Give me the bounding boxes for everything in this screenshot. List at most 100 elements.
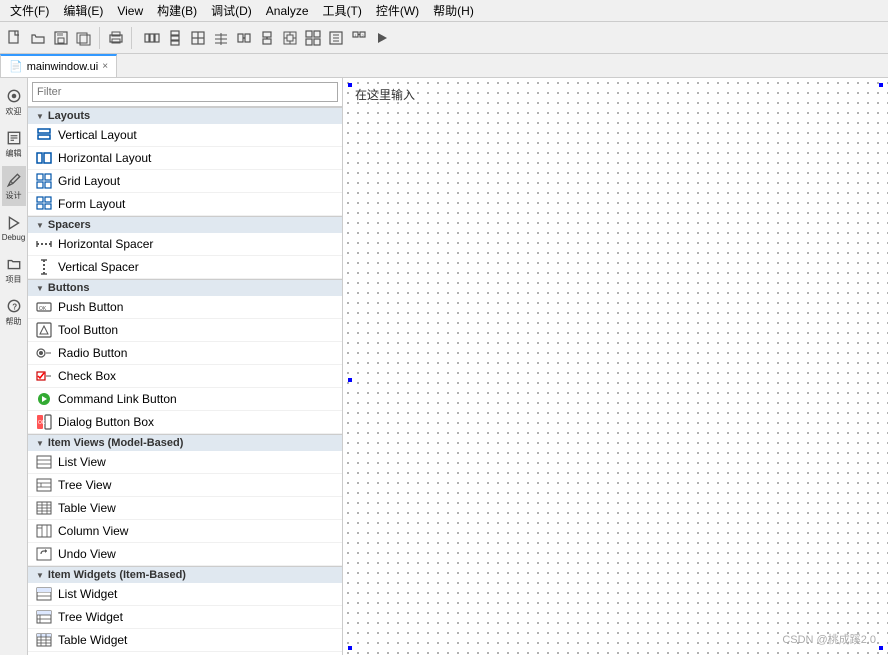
selection-handle-ml[interactable]: [348, 378, 352, 382]
sidebar-welcome[interactable]: 欢迎: [2, 82, 26, 122]
widget-check-box[interactable]: Check Box: [28, 365, 342, 388]
tree-widget-label: Tree Widget: [58, 610, 123, 624]
widget-command-link-button[interactable]: Command Link Button: [28, 388, 342, 411]
list-view-label: List View: [58, 455, 106, 469]
table-view-icon: [36, 500, 52, 516]
toolbar-layout-splitter-h-btn[interactable]: [233, 27, 255, 49]
widget-push-button[interactable]: OK Push Button: [28, 296, 342, 319]
widget-list-view[interactable]: List View: [28, 451, 342, 474]
category-item-views-label: Item Views (Model-Based): [48, 437, 184, 449]
widget-undo-view[interactable]: Undo View: [28, 543, 342, 566]
category-item-views[interactable]: ▼ Item Views (Model-Based): [28, 434, 342, 451]
widget-table-view[interactable]: Table View: [28, 497, 342, 520]
toolbar-save-btn[interactable]: [50, 27, 72, 49]
list-widget-label: List Widget: [58, 587, 117, 601]
menu-help[interactable]: 帮助(H): [427, 0, 480, 21]
check-box-label: Check Box: [58, 369, 116, 383]
widget-list-widget[interactable]: List Widget: [28, 583, 342, 606]
menu-analyze[interactable]: Analyze: [260, 2, 315, 20]
toolbar-break-layout-btn[interactable]: [302, 27, 324, 49]
category-item-widgets-label: Item Widgets (Item-Based): [48, 569, 186, 581]
table-view-label: Table View: [58, 501, 116, 515]
widget-radio-button[interactable]: Radio Button: [28, 342, 342, 365]
category-spacers[interactable]: ▼ Spacers: [28, 216, 342, 233]
toolbar-file-section: [4, 27, 100, 49]
watermark: CSDN @桃成蹊2.0: [782, 631, 876, 647]
toolbar-adjust-size-btn[interactable]: [325, 27, 347, 49]
radio-button-label: Radio Button: [58, 346, 127, 360]
selection-handle-bl[interactable]: [348, 646, 352, 650]
sidebar-help[interactable]: ? 帮助: [2, 292, 26, 332]
tab-close-btn[interactable]: ×: [102, 61, 108, 72]
undo-view-icon: [36, 546, 52, 562]
widget-tree-view[interactable]: Tree View: [28, 474, 342, 497]
toolbar-taborder-btn[interactable]: 1 2: [348, 27, 370, 49]
widget-column-view[interactable]: Column View: [28, 520, 342, 543]
menu-file[interactable]: 文件(F): [4, 0, 55, 21]
category-item-widgets[interactable]: ▼ Item Widgets (Item-Based): [28, 566, 342, 583]
selection-handle-br[interactable]: [879, 646, 883, 650]
menu-build[interactable]: 构建(B): [151, 0, 203, 21]
push-button-label: Push Button: [58, 300, 123, 314]
menu-view[interactable]: View: [111, 2, 149, 20]
menu-tools[interactable]: 工具(T): [317, 0, 368, 21]
vertical-spacer-icon: [36, 259, 52, 275]
horizontal-layout-icon: [36, 150, 52, 166]
toolbar: 1 2: [0, 22, 888, 54]
widget-horizontal-layout[interactable]: Horizontal Layout: [28, 147, 342, 170]
toolbar-open-btn[interactable]: [27, 27, 49, 49]
selection-handle-tr[interactable]: [879, 83, 883, 87]
widget-tree-widget[interactable]: Tree Widget: [28, 606, 342, 629]
sidebar-project[interactable]: 项目: [2, 250, 26, 290]
table-widget-icon: [36, 632, 52, 648]
widget-horizontal-spacer[interactable]: Horizontal Spacer: [28, 233, 342, 256]
category-buttons[interactable]: ▼ Buttons: [28, 279, 342, 296]
widget-vertical-spacer[interactable]: Vertical Spacer: [28, 256, 342, 279]
dialog-button-box-label: Dialog Button Box: [58, 415, 154, 429]
form-layout-label: Form Layout: [58, 197, 125, 211]
filter-input[interactable]: [32, 82, 338, 102]
design-canvas[interactable]: 在这里输入: [343, 78, 888, 655]
toolbar-layout-splitter-v-btn[interactable]: [256, 27, 278, 49]
tab-mainwindow[interactable]: 📄 mainwindow.ui ×: [0, 54, 117, 77]
widget-grid-layout[interactable]: Grid Layout: [28, 170, 342, 193]
sidebar-debug[interactable]: Debug: [2, 208, 26, 248]
menu-debug[interactable]: 调试(D): [205, 0, 258, 21]
widget-form-layout[interactable]: Form Layout: [28, 193, 342, 216]
toolbar-layout-grid-btn[interactable]: [187, 27, 209, 49]
toolbar-new-btn[interactable]: [4, 27, 26, 49]
widget-list: ▼ Layouts Vertical Layout: [28, 107, 342, 655]
widget-dialog-button-box[interactable]: OK Dialog Button Box: [28, 411, 342, 434]
menu-edit[interactable]: 编辑(E): [57, 0, 109, 21]
widget-table-widget[interactable]: Table Widget: [28, 629, 342, 652]
sidebar-edit[interactable]: 编辑: [2, 124, 26, 164]
widget-tool-button[interactable]: Tool Button: [28, 319, 342, 342]
category-layouts-label: Layouts: [48, 110, 90, 122]
toolbar-layout-v-btn[interactable]: [164, 27, 186, 49]
undo-view-label: Undo View: [58, 547, 116, 561]
menu-controls[interactable]: 控件(W): [370, 0, 425, 21]
tree-view-label: Tree View: [58, 478, 111, 492]
category-layouts[interactable]: ▼ Layouts: [28, 107, 342, 124]
toolbar-preview-btn[interactable]: [371, 27, 393, 49]
list-widget-icon: [36, 586, 52, 602]
toolbar-layout-anchors-btn[interactable]: [279, 27, 301, 49]
design-area[interactable]: 在这里输入 CSDN @桃成蹊2.0: [343, 78, 888, 655]
widget-vertical-layout[interactable]: Vertical Layout: [28, 124, 342, 147]
tab-icon: 📄: [9, 60, 23, 73]
sidebar-design[interactable]: 设计: [2, 166, 26, 206]
horizontal-layout-label: Horizontal Layout: [58, 151, 151, 165]
toolbar-layout-h-btn[interactable]: [141, 27, 163, 49]
toolbar-layout-form-btn[interactable]: [210, 27, 232, 49]
tree-widget-icon: [36, 609, 52, 625]
selection-handle-tl[interactable]: [348, 83, 352, 87]
check-box-icon: [36, 368, 52, 384]
canvas-placeholder-text: 在这里输入: [355, 86, 415, 103]
push-button-icon: OK: [36, 299, 52, 315]
toolbar-edit-section: [105, 27, 132, 49]
tool-button-label: Tool Button: [58, 323, 118, 337]
toolbar-print-btn[interactable]: [105, 27, 127, 49]
tree-view-icon: [36, 477, 52, 493]
toolbar-saveall-btn[interactable]: [73, 27, 95, 49]
column-view-icon: [36, 523, 52, 539]
